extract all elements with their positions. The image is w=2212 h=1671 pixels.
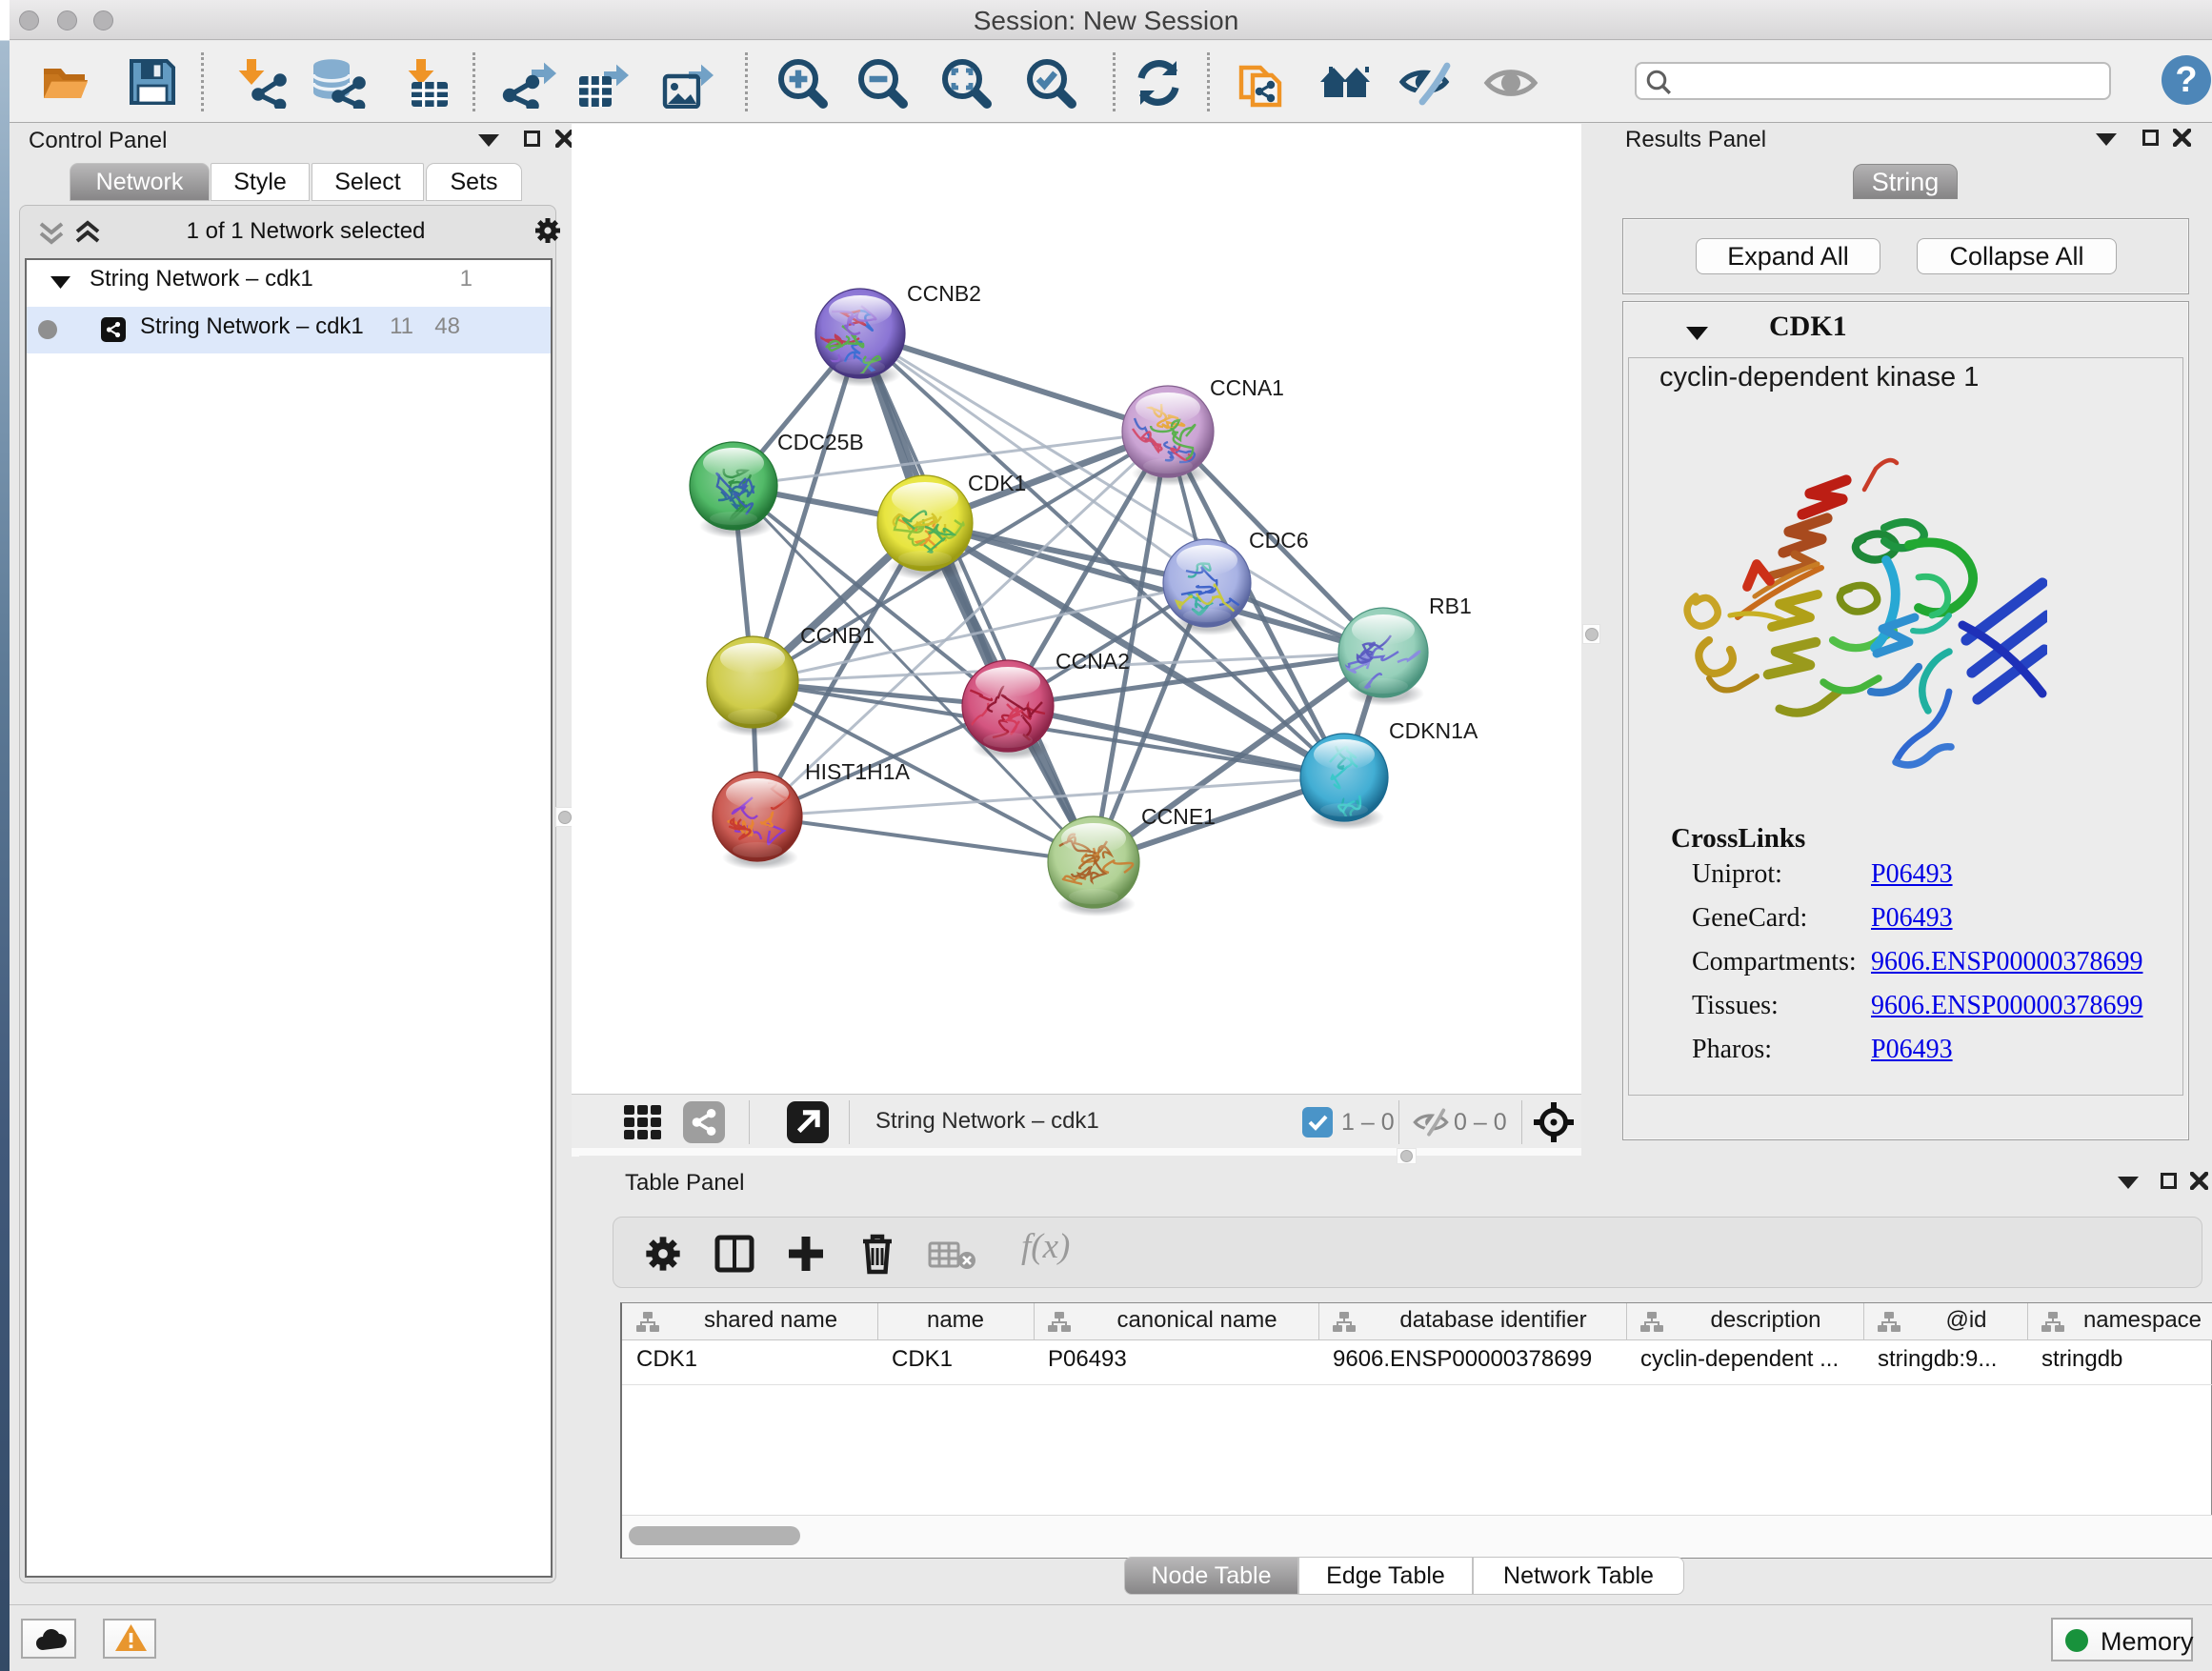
svg-text:CCNA2: CCNA2 [1056,649,1130,674]
svg-text:CDK1: CDK1 [968,471,1026,495]
svg-text:CDC6: CDC6 [1249,528,1309,553]
svg-text:HIST1H1A: HIST1H1A [805,759,911,784]
svg-text:CCNE1: CCNE1 [1141,804,1216,829]
svg-text:CCNA1: CCNA1 [1210,375,1284,400]
svg-text:CDC25B: CDC25B [777,430,864,454]
svg-text:CDKN1A: CDKN1A [1389,718,1478,743]
svg-text:CCNB1: CCNB1 [800,623,875,648]
svg-text:CCNB2: CCNB2 [907,281,981,306]
svg-text:RB1: RB1 [1429,594,1472,618]
